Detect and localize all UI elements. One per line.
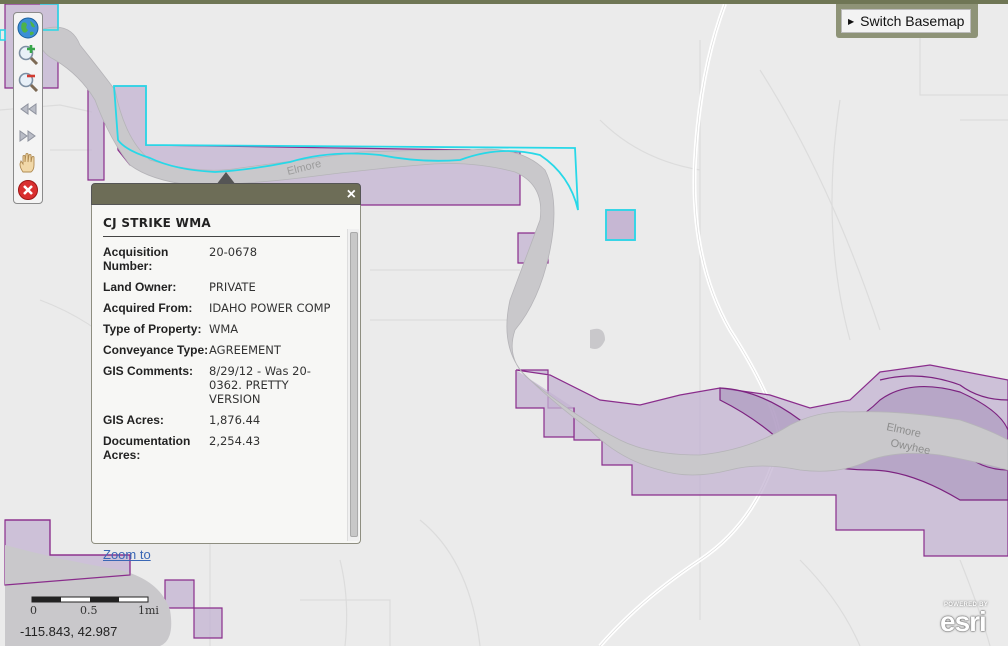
table-row: Land Owner: PRIVATE [103, 280, 339, 301]
table-row: Acquired From: IDAHO POWER COMP [103, 301, 339, 322]
scale-bar: 0 0.5 1mi [30, 596, 170, 620]
table-row: Type of Property: WMA [103, 322, 339, 343]
selected-parcel-small [605, 209, 636, 241]
table-row: Conveyance Type: AGREEMENT [103, 343, 339, 364]
attr-value: 2,254.43 [209, 434, 261, 448]
attr-label: Conveyance Type: [103, 343, 209, 357]
attr-value: IDAHO POWER COMP [209, 301, 331, 315]
attr-value: 20-0678 [209, 245, 258, 259]
table-row: GIS Comments: 8/29/12 - Was 20-0362. PRET… [103, 364, 339, 413]
scale-tick-1mi: 1mi [138, 604, 159, 617]
coordinate-readout: -115.843, 42.987 [20, 624, 118, 639]
table-row: Acquisition Number: 20-0678 [103, 245, 339, 280]
zoom-in-icon[interactable] [16, 42, 40, 66]
switch-basemap-label: Switch Basemap [860, 13, 965, 29]
attr-value: AGREEMENT [209, 343, 281, 357]
attr-label: GIS Comments: [103, 364, 194, 378]
attr-value: WMA [209, 322, 239, 336]
scrollbar-thumb[interactable] [350, 232, 358, 537]
zoom-out-icon[interactable] [16, 69, 40, 93]
globe-icon[interactable] [16, 16, 40, 40]
attr-label: Land Owner: [103, 280, 177, 294]
attr-value: PRIVATE [209, 280, 256, 294]
previous-extent-icon[interactable] [16, 97, 40, 121]
zoom-to-link[interactable]: Zoom to [103, 547, 151, 562]
attribute-table: Acquisition Number: 20-0678 Land Owner: PR… [103, 245, 339, 469]
attr-label: Documentation Acres: [103, 434, 191, 462]
esri-logo[interactable]: POWERED BY esri [940, 602, 1002, 637]
attr-label: Acquisition Number: [103, 245, 169, 273]
scale-tick-half: 0.5 [80, 604, 98, 617]
table-row: GIS Acres: 1,876.44 [103, 413, 339, 434]
info-popup: × CJ STRIKE WMA Acquisition Number: 20-06… [91, 183, 361, 562]
attr-label: Type of Property: [103, 322, 202, 336]
pan-hand-icon[interactable] [16, 151, 40, 175]
popup-scrollbar[interactable] [347, 229, 359, 541]
table-row: Documentation Acres: 2,254.43 [103, 434, 339, 469]
popup-body: CJ STRIKE WMA Acquisition Number: 20-0678… [91, 205, 361, 562]
basemap-switcher: ▶ Switch Basemap [836, 4, 978, 38]
popup-header: × [91, 183, 361, 205]
esri-wordmark: esri [940, 606, 987, 637]
attr-value: 1,876.44 [209, 413, 261, 427]
attr-label: Acquired From: [103, 301, 193, 315]
scale-tick-0: 0 [30, 604, 37, 617]
attr-label: GIS Acres: [103, 413, 164, 427]
expand-arrow-icon: ▶ [848, 17, 855, 27]
switch-basemap-button[interactable]: ▶ Switch Basemap [841, 9, 971, 33]
popup-title: CJ STRIKE WMA [103, 216, 340, 237]
attr-value: 8/29/12 - Was 20-0362. PRETTY VERSION [209, 364, 311, 406]
popup-close-button[interactable]: × [347, 184, 356, 206]
close-tools-icon[interactable] [16, 178, 40, 202]
navigation-toolbar [13, 12, 43, 204]
next-extent-icon[interactable] [16, 124, 40, 148]
